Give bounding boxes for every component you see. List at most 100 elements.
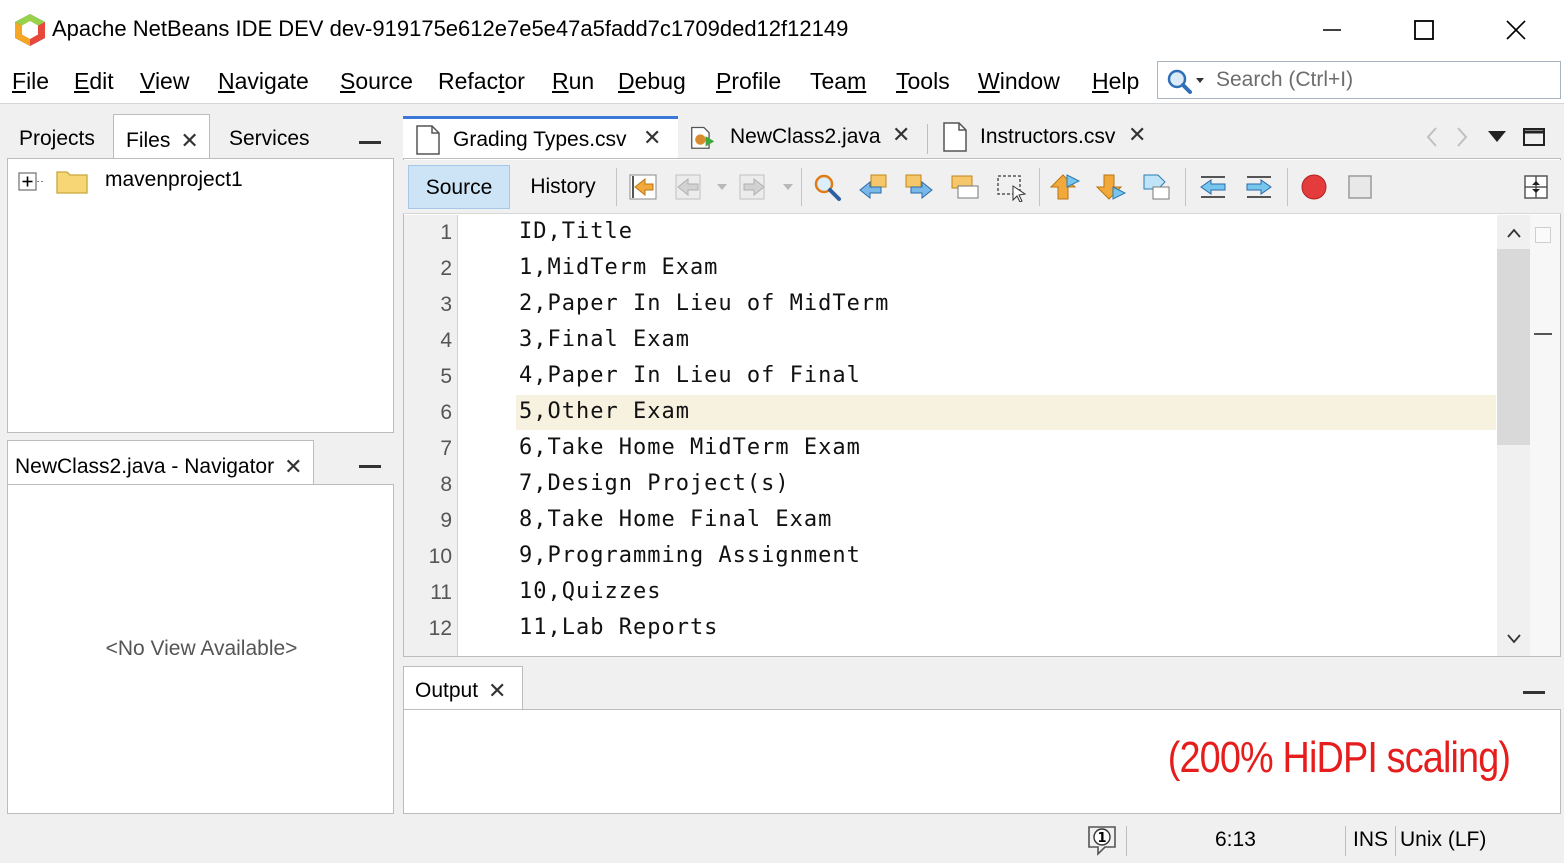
editor-tab-instructors[interactable]: Instructors.csv ✕ [930,116,1160,158]
scroll-up-icon[interactable] [1506,227,1522,239]
find-next-icon[interactable] [903,172,935,202]
line-endings[interactable]: Unix (LF) [1400,828,1486,852]
code-line[interactable]: 7,Design Project(s) [519,471,790,496]
error-stripe[interactable] [1530,215,1560,656]
menu-run[interactable]: Run [552,68,594,95]
toggle-bookmark-icon[interactable] [1141,172,1173,202]
code-line[interactable]: 6,Take Home MidTerm Exam [519,435,861,460]
caret-position-marker [1534,333,1552,335]
menu-edit[interactable]: Edit [74,68,114,95]
shift-line-left-icon[interactable] [1197,172,1229,202]
tab-files[interactable]: Files ✕ [113,114,210,160]
navigator-body: <No View Available> [7,484,394,814]
vertical-scrollbar[interactable] [1497,215,1530,656]
minimize-panel-icon[interactable] [359,141,381,144]
search-icon[interactable] [1164,67,1208,95]
line-number: 12 [428,617,452,640]
code-line[interactable]: 11,Lab Reports [519,615,718,640]
find-previous-icon[interactable] [857,172,889,202]
window-title: Apache NetBeans IDE DEV dev-919175e612e7… [52,16,849,41]
close-window-button[interactable] [1470,0,1562,60]
code-line[interactable]: 3,Final Exam [519,327,690,352]
minimize-panel-icon[interactable] [359,465,381,468]
java-file-icon [691,126,715,149]
menu-view[interactable]: View [140,68,189,95]
tab-services[interactable]: Services [229,114,310,160]
maximize-editor-icon[interactable] [1522,127,1546,147]
scroll-tabs-left-icon[interactable] [1424,126,1440,148]
editor-tab-newclass2[interactable]: NewClass2.java ✕ [680,116,920,158]
code-line[interactable]: 4,Paper In Lieu of Final [519,363,861,388]
close-icon[interactable]: ✕ [1128,122,1146,148]
close-icon[interactable]: ✕ [488,678,506,704]
code-line[interactable]: 2,Paper In Lieu of MidTerm [519,291,889,316]
scroll-tabs-right-icon[interactable] [1454,126,1470,148]
code-line[interactable]: ID,Title [519,219,633,244]
expand-icon[interactable] [18,172,44,192]
toolbar-separator [1039,168,1040,206]
close-icon[interactable]: ✕ [180,128,198,154]
editor-tab-grading-types[interactable]: Grading Types.csv ✕ [403,116,678,158]
maximize-button[interactable] [1378,0,1470,60]
editor-tab-label: NewClass2.java [730,125,881,148]
code-line[interactable]: 8,Take Home Final Exam [519,507,832,532]
menu-debug[interactable]: Debug [618,68,686,95]
menu-team[interactable]: Team [810,68,866,95]
split-editor-icon[interactable] [1521,172,1553,202]
menu-profile[interactable]: Profile [716,68,781,95]
tab-projects[interactable]: Projects [19,114,95,160]
menu-navigate[interactable]: Navigate [218,68,309,95]
minimize-panel-icon[interactable] [1523,691,1545,694]
menu-source[interactable]: Source [340,68,413,95]
toggle-highlight-search-icon[interactable] [949,172,981,202]
last-edit-icon[interactable] [627,172,659,202]
menu-help[interactable]: Help [1092,68,1139,95]
line-number: 3 [440,293,452,316]
menu-file[interactable]: File [12,68,49,95]
netbeans-logo-icon [15,14,45,46]
tab-output[interactable]: Output ✕ [403,666,523,710]
back-icon[interactable] [673,172,705,202]
next-bookmark-icon[interactable] [1095,172,1127,202]
stop-macro-recording-icon[interactable] [1345,172,1377,202]
output-body: (200% HiDPI scaling) [403,709,1561,814]
shift-line-right-icon[interactable] [1243,172,1275,202]
menu-window[interactable]: Window [978,68,1060,95]
find-selection-icon[interactable] [811,172,843,202]
code-line[interactable]: 9,Programming Assignment [519,543,861,568]
search-field[interactable]: Search (Ctrl+I) [1157,61,1561,99]
svg-text:1: 1 [1097,831,1106,846]
close-icon[interactable]: ✕ [643,125,661,151]
code-line[interactable]: 10,Quizzes [519,579,661,604]
forward-icon[interactable] [737,172,769,202]
code-line[interactable]: 1,MidTerm Exam [519,255,718,280]
menu-tools[interactable]: Tools [896,68,950,95]
show-opened-documents-icon[interactable] [1486,128,1508,144]
minimize-button[interactable] [1286,0,1378,60]
source-view-button[interactable]: Source [408,165,510,209]
status-bar: 1 6:13 INS Unix (LF) [0,818,1564,863]
history-view-button[interactable]: History [512,165,614,209]
editor-tab-label: Grading Types.csv [453,128,627,151]
back-dropdown-icon[interactable] [716,182,728,192]
line-number: 5 [440,365,452,388]
scrollbar-thumb[interactable] [1497,249,1530,445]
tab-navigator[interactable]: NewClass2.java - Navigator ✕ [7,440,314,486]
menu-refactor[interactable]: Refactor [438,68,525,95]
notifications-icon[interactable]: 1 [1085,823,1119,857]
close-icon[interactable]: ✕ [892,122,910,148]
toggle-rectangular-selection-icon[interactable] [995,172,1027,202]
close-icon[interactable]: ✕ [284,454,302,480]
forward-dropdown-icon[interactable] [782,182,794,192]
code-line[interactable]: 5,Other Exam [519,399,690,424]
toolbar-separator [1287,168,1288,206]
tree-item-mavenproject1[interactable]: mavenproject1 [16,167,316,197]
start-macro-recording-icon[interactable] [1299,172,1331,202]
tree-item-label: mavenproject1 [105,168,243,191]
status-separator [1395,826,1396,856]
line-number: 6 [440,401,452,424]
previous-bookmark-icon[interactable] [1049,172,1081,202]
insert-mode[interactable]: INS [1353,828,1388,852]
line-number: 2 [440,257,452,280]
scroll-down-icon[interactable] [1506,633,1522,645]
